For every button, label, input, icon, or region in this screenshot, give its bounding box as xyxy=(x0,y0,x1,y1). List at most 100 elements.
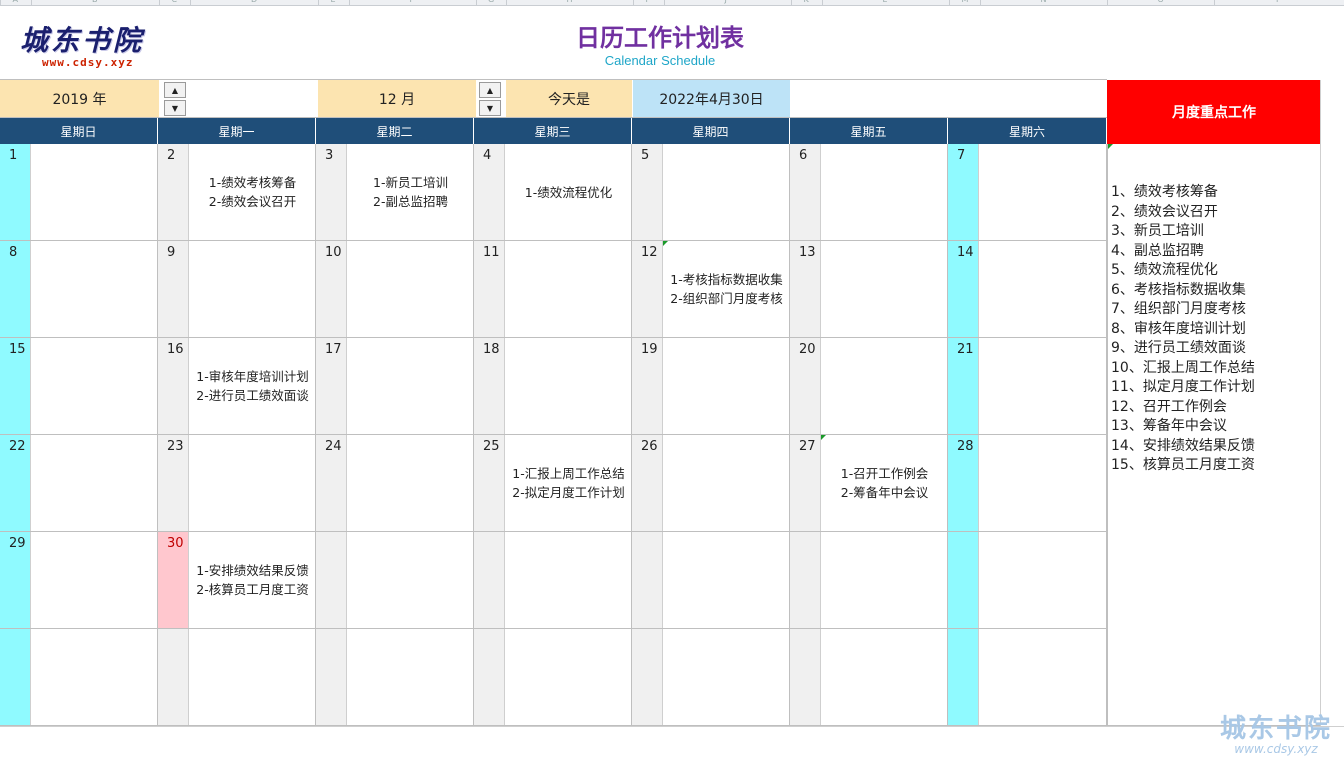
day-notes[interactable] xyxy=(505,338,632,434)
column-letter[interactable]: E xyxy=(331,0,336,4)
year-spinner[interactable]: ▲ ▼ xyxy=(164,80,186,116)
day-notes[interactable] xyxy=(663,144,790,240)
monthly-focus-list[interactable]: 1、绩效考核筹备 2、绩效会议召开 3、新员工培训 4、副总监招聘 5、绩效流程优化 6、… xyxy=(1107,144,1321,726)
day-notes[interactable] xyxy=(663,338,790,434)
day-notes[interactable] xyxy=(979,532,1107,628)
column-letter[interactable]: N xyxy=(1041,0,1047,4)
day-cell[interactable]: 7 xyxy=(948,144,1107,241)
spin-up-icon[interactable]: ▲ xyxy=(479,82,501,98)
day-cell[interactable]: 6 xyxy=(790,144,948,241)
day-notes[interactable] xyxy=(821,338,948,434)
column-letter[interactable]: D xyxy=(251,0,257,4)
day-notes[interactable] xyxy=(979,338,1107,434)
day-cell[interactable]: 10 xyxy=(316,241,474,338)
day-cell[interactable]: 17 xyxy=(316,338,474,435)
day-cell[interactable]: 29 xyxy=(0,532,158,629)
day-cell[interactable]: 1 xyxy=(0,144,158,241)
column-letter[interactable]: J xyxy=(725,0,727,4)
day-cell[interactable]: 23 xyxy=(158,435,316,532)
day-notes[interactable] xyxy=(505,629,632,725)
day-cell[interactable] xyxy=(790,629,948,726)
day-cell[interactable]: 13 xyxy=(790,241,948,338)
day-notes[interactable] xyxy=(347,338,474,434)
day-cell[interactable] xyxy=(474,629,632,726)
column-letter[interactable]: A xyxy=(13,0,18,4)
day-cell[interactable]: 4 1-绩效流程优化 xyxy=(474,144,632,241)
day-notes[interactable] xyxy=(821,241,948,337)
day-cell[interactable]: 22 xyxy=(0,435,158,532)
day-cell[interactable]: 30 1-安排绩效结果反馈 2-核算员工月度工资 xyxy=(158,532,316,629)
day-notes[interactable]: 1-汇报上周工作总结 2-拟定月度工作计划 xyxy=(505,435,632,531)
column-letter[interactable]: M xyxy=(962,0,969,4)
day-notes[interactable] xyxy=(347,241,474,337)
day-cell[interactable] xyxy=(158,629,316,726)
day-notes[interactable]: 1-审核年度培训计划 2-进行员工绩效面谈 xyxy=(189,338,316,434)
day-cell[interactable]: 5 xyxy=(632,144,790,241)
day-notes[interactable]: 1-新员工培训 2-副总监招聘 xyxy=(347,144,474,240)
day-cell[interactable]: 14 xyxy=(948,241,1107,338)
column-letter[interactable]: L xyxy=(883,0,887,4)
day-cell[interactable] xyxy=(948,629,1107,726)
column-letter[interactable]: I xyxy=(646,0,648,4)
day-notes[interactable] xyxy=(347,532,474,628)
day-notes[interactable] xyxy=(663,629,790,725)
day-notes[interactable] xyxy=(347,435,474,531)
day-cell[interactable]: 8 xyxy=(0,241,158,338)
day-notes[interactable] xyxy=(31,435,158,531)
column-letter[interactable]: P xyxy=(1276,0,1281,4)
day-cell[interactable]: 12 1-考核指标数据收集 2-组织部门月度考核 xyxy=(632,241,790,338)
day-notes[interactable] xyxy=(347,629,474,725)
day-notes[interactable] xyxy=(189,629,316,725)
year-field[interactable]: 2019 年 xyxy=(0,80,159,117)
day-cell[interactable] xyxy=(0,629,158,726)
day-notes[interactable]: 1-绩效流程优化 xyxy=(505,144,632,240)
day-notes[interactable]: 1-安排绩效结果反馈 2-核算员工月度工资 xyxy=(189,532,316,628)
day-cell[interactable]: 27 1-召开工作例会 2-筹备年中会议 xyxy=(790,435,948,532)
day-cell[interactable]: 16 1-审核年度培训计划 2-进行员工绩效面谈 xyxy=(158,338,316,435)
day-cell[interactable] xyxy=(632,629,790,726)
day-notes[interactable] xyxy=(31,629,158,725)
day-cell[interactable]: 28 xyxy=(948,435,1107,532)
day-notes[interactable] xyxy=(505,241,632,337)
day-cell[interactable] xyxy=(316,629,474,726)
day-notes[interactable] xyxy=(821,144,948,240)
day-notes[interactable] xyxy=(505,532,632,628)
day-cell[interactable]: 20 xyxy=(790,338,948,435)
day-cell[interactable]: 24 xyxy=(316,435,474,532)
day-notes[interactable] xyxy=(31,241,158,337)
day-notes[interactable] xyxy=(31,338,158,434)
day-notes[interactable] xyxy=(979,144,1107,240)
column-letter[interactable]: H xyxy=(567,0,573,4)
day-notes[interactable] xyxy=(663,435,790,531)
spin-up-icon[interactable]: ▲ xyxy=(164,82,186,98)
day-notes[interactable] xyxy=(189,241,316,337)
day-notes[interactable] xyxy=(821,629,948,725)
column-letter[interactable]: O xyxy=(1158,0,1164,4)
day-cell[interactable]: 25 1-汇报上周工作总结 2-拟定月度工作计划 xyxy=(474,435,632,532)
day-cell[interactable] xyxy=(948,532,1107,629)
day-notes[interactable] xyxy=(663,532,790,628)
day-notes[interactable]: 1-考核指标数据收集 2-组织部门月度考核 xyxy=(663,241,790,337)
month-field[interactable]: 12 月 xyxy=(318,80,476,117)
day-cell[interactable]: 19 xyxy=(632,338,790,435)
day-cell[interactable] xyxy=(474,532,632,629)
column-letter[interactable]: C xyxy=(172,0,178,4)
spin-down-icon[interactable]: ▼ xyxy=(164,100,186,116)
day-notes[interactable] xyxy=(31,532,158,628)
today-value[interactable]: 2022年4月30日 xyxy=(633,80,790,117)
day-cell[interactable]: 26 xyxy=(632,435,790,532)
column-letter[interactable]: F xyxy=(410,0,415,4)
day-cell[interactable]: 9 xyxy=(158,241,316,338)
column-letter[interactable]: K xyxy=(804,0,809,4)
day-cell[interactable]: 21 xyxy=(948,338,1107,435)
day-notes[interactable] xyxy=(189,435,316,531)
month-spinner[interactable]: ▲ ▼ xyxy=(479,80,501,116)
day-notes[interactable] xyxy=(821,532,948,628)
column-letter[interactable]: B xyxy=(92,0,98,4)
day-cell[interactable] xyxy=(790,532,948,629)
day-cell[interactable] xyxy=(316,532,474,629)
day-cell[interactable]: 18 xyxy=(474,338,632,435)
day-notes[interactable] xyxy=(979,241,1107,337)
day-cell[interactable]: 15 xyxy=(0,338,158,435)
day-notes[interactable]: 1-召开工作例会 2-筹备年中会议 xyxy=(821,435,948,531)
